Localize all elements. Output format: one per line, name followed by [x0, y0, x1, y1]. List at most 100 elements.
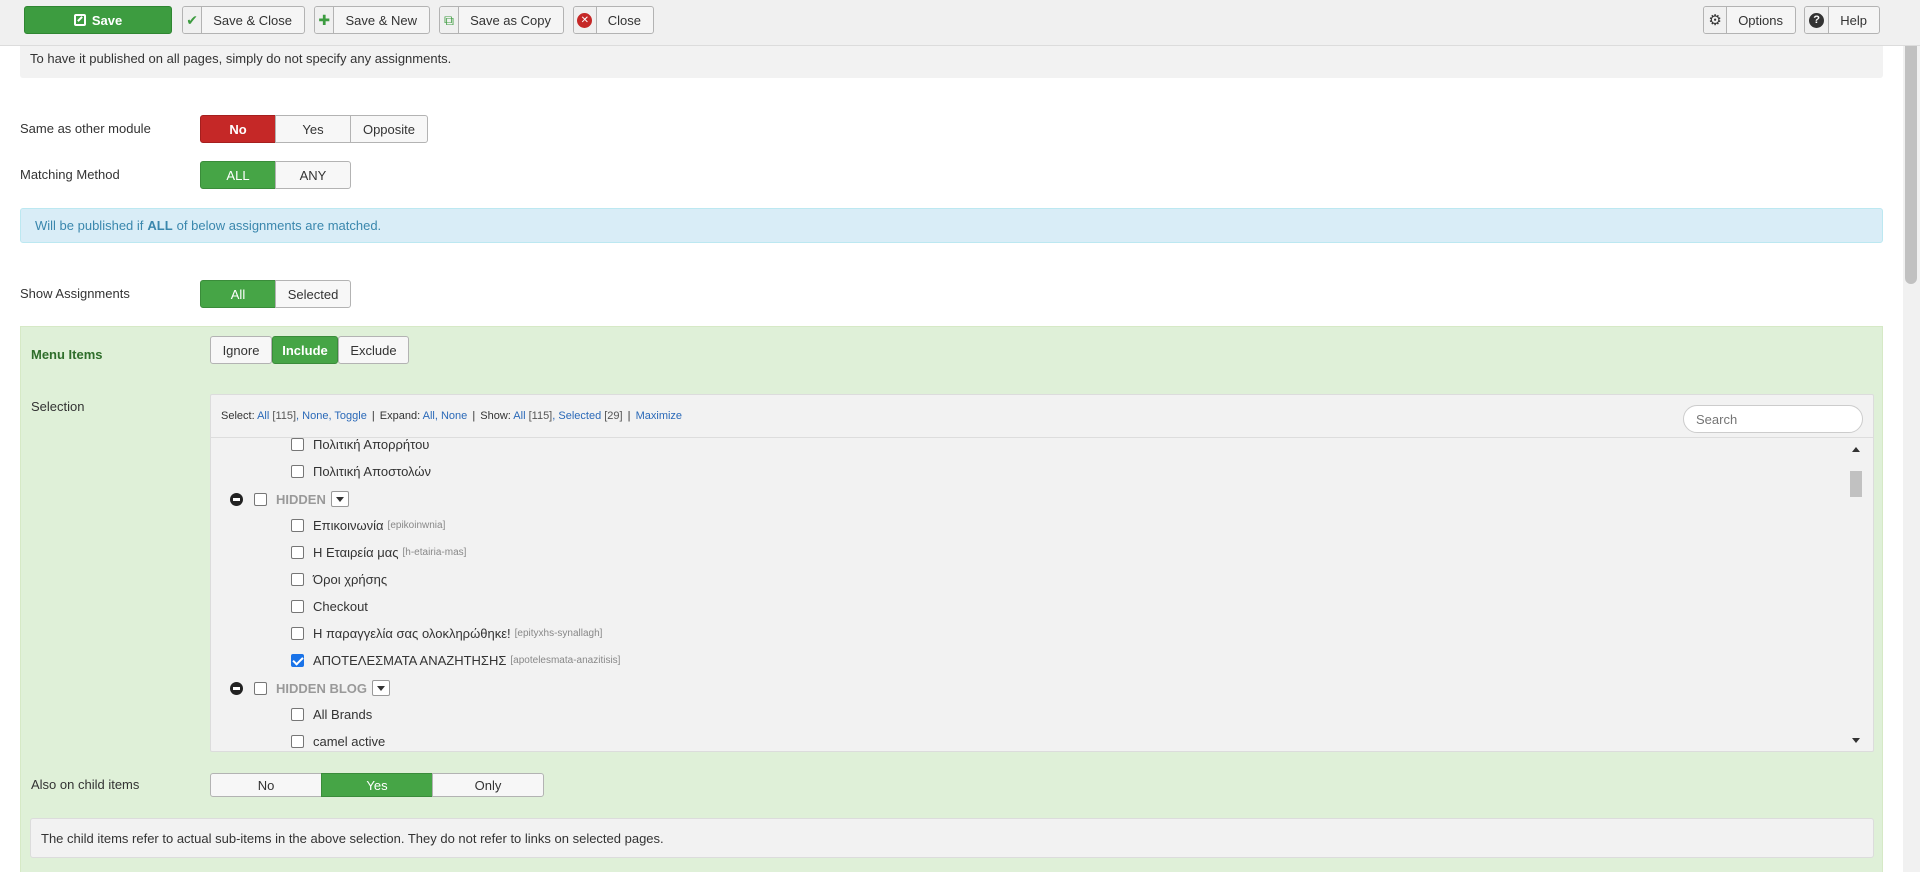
- child-items-no[interactable]: No: [210, 773, 322, 797]
- show-selected-link[interactable]: Selected: [558, 410, 601, 422]
- tree-item-label: Πολιτική Απορρήτου: [313, 438, 430, 452]
- show-assignments-toggle: All Selected: [200, 280, 351, 308]
- close-button[interactable]: ✕ Close: [573, 6, 654, 34]
- group-dropdown-icon[interactable]: [372, 680, 390, 696]
- check-icon: ✔: [183, 7, 203, 33]
- tree-item[interactable]: Επικοινωνία [epikoinwnia]: [291, 518, 445, 533]
- menu-items-title: Menu Items: [31, 347, 103, 362]
- tree-item-alias: [epikoinwnia]: [387, 520, 446, 531]
- menu-items-tree: Πολιτική Απορρήτου Πολιτική Αποστολών HI…: [211, 438, 1841, 751]
- tree-group-checkbox[interactable]: [254, 681, 267, 695]
- matching-method-all[interactable]: ALL: [200, 161, 276, 189]
- matching-info: Will be published if ALL of below assign…: [20, 208, 1883, 243]
- tree-item-partial[interactable]: Πολιτική Απορρήτου: [291, 438, 429, 452]
- save-new-button[interactable]: ✚ Save & New: [314, 6, 430, 34]
- copy-icon: ⧉: [440, 7, 460, 33]
- tree-item-checkbox[interactable]: [291, 600, 304, 613]
- tree-item-label: Checkout: [313, 599, 368, 614]
- matching-info-suffix: of below assignments are matched.: [176, 218, 382, 233]
- tree-item-checkbox[interactable]: [291, 546, 304, 559]
- select-all-link[interactable]: All: [257, 410, 269, 422]
- tree-item-alias: [epityxhs-synallagh]: [514, 628, 603, 639]
- tree-item-checkbox[interactable]: [291, 708, 304, 721]
- tree-item-checkbox[interactable]: [291, 627, 304, 640]
- selection-box: Select: All [115], None, Toggle | Expand…: [210, 394, 1874, 752]
- expand-label: Expand:: [379, 410, 421, 422]
- same-as-other-yes[interactable]: Yes: [275, 115, 351, 143]
- tree-item-checkbox[interactable]: [291, 438, 304, 451]
- menu-items-panel: Menu Items Ignore Include Exclude Select…: [20, 326, 1883, 872]
- tree-item-checkbox[interactable]: [291, 735, 304, 748]
- show-selected-count: [29]: [604, 410, 623, 422]
- mode-exclude[interactable]: Exclude: [338, 336, 409, 364]
- tree-item-label: Όροι χρήσης: [313, 572, 388, 587]
- tree-item[interactable]: Η παραγγελία σας ολοκληρώθηκε! [epityxhs…: [291, 626, 602, 641]
- options-button[interactable]: ⚙ Options: [1703, 6, 1796, 34]
- tree-item-checkbox[interactable]: [291, 519, 304, 532]
- tree-group-checkbox[interactable]: [254, 492, 267, 506]
- plus-icon: ✚: [315, 7, 335, 33]
- show-all-link[interactable]: All: [513, 410, 525, 422]
- tree-item[interactable]: Η Εταιρεία μας [h-etairia-mas]: [291, 545, 466, 560]
- child-items-toggle: No Yes Only: [210, 773, 544, 797]
- save-close-button[interactable]: ✔ Save & Close: [182, 6, 305, 34]
- select-toggle-link[interactable]: Toggle: [334, 410, 366, 422]
- tree-group-hidden: HIDDEN: [230, 491, 349, 507]
- tree-item-checkbox[interactable]: [291, 573, 304, 586]
- tree-item-checkbox[interactable]: [291, 465, 304, 478]
- selection-search-input[interactable]: [1683, 405, 1863, 433]
- select-all-count: [115]: [272, 410, 297, 422]
- select-none-link[interactable]: None: [302, 410, 328, 422]
- child-items-note-text: The child items refer to actual sub-item…: [41, 830, 664, 846]
- show-all-count: [115]: [528, 410, 553, 422]
- tree-item[interactable]: Πολιτική Αποστολών: [291, 464, 431, 479]
- save-copy-button[interactable]: ⧉ Save as Copy: [439, 6, 564, 34]
- matching-info-emphasis: ALL: [147, 218, 173, 233]
- scroll-down-icon[interactable]: [1852, 738, 1860, 743]
- collapse-icon[interactable]: [230, 492, 243, 506]
- close-icon: ✕: [577, 12, 593, 28]
- tree-item[interactable]: ΑΠΟΤΕΛΕΣΜΑΤΑ ΑΝΑΖΗΤΗΣΗΣ [apotelesmata-an…: [291, 653, 620, 668]
- tree-item-label: ΑΠΟΤΕΛΕΣΜΑΤΑ ΑΝΑΖΗΤΗΣΗΣ: [313, 653, 507, 668]
- child-items-yes[interactable]: Yes: [321, 773, 433, 797]
- help-button[interactable]: ? Help: [1804, 6, 1880, 34]
- tree-scrollbar-thumb[interactable]: [1850, 471, 1862, 497]
- group-dropdown-icon[interactable]: [330, 491, 349, 507]
- selection-label: Selection: [31, 399, 85, 414]
- matching-info-prefix: Will be published if: [35, 218, 144, 233]
- tree-item-checkbox-checked[interactable]: [291, 654, 304, 667]
- page-scrollbar-thumb[interactable]: [1905, 30, 1917, 284]
- help-icon: ?: [1809, 12, 1825, 28]
- tree-item-alias: [h-etairia-mas]: [402, 547, 467, 558]
- show-assignments-selected[interactable]: Selected: [275, 280, 351, 308]
- same-as-other-no[interactable]: No: [200, 115, 276, 143]
- collapse-icon[interactable]: [230, 681, 243, 695]
- show-label: Show:: [480, 410, 511, 422]
- matching-method-toggle: ALL ANY: [200, 161, 351, 189]
- matching-method-label: Matching Method: [20, 167, 120, 182]
- tree-scrollbar[interactable]: [1849, 447, 1863, 743]
- same-as-other-toggle: No Yes Opposite: [200, 115, 428, 143]
- tree-item-label: Η παραγγελία σας ολοκληρώθηκε!: [313, 626, 511, 641]
- tree-item[interactable]: All Brands: [291, 707, 372, 722]
- save-button[interactable]: Save: [24, 6, 172, 34]
- same-as-other-opposite[interactable]: Opposite: [350, 115, 428, 143]
- maximize-link[interactable]: Maximize: [636, 410, 682, 422]
- tree-item[interactable]: Checkout: [291, 599, 368, 614]
- scroll-up-icon[interactable]: [1852, 447, 1860, 452]
- page-scrollbar[interactable]: [1903, 0, 1920, 872]
- matching-method-any[interactable]: ANY: [275, 161, 351, 189]
- menu-items-mode-toggle: Ignore Include Exclude: [210, 336, 409, 364]
- mode-ignore[interactable]: Ignore: [210, 336, 272, 364]
- show-assignments-all[interactable]: All: [200, 280, 276, 308]
- tree-item[interactable]: Όροι χρήσης: [291, 572, 387, 587]
- expand-all-link[interactable]: All: [423, 410, 435, 422]
- expand-none-link[interactable]: None: [441, 410, 467, 422]
- mode-include[interactable]: Include: [272, 336, 338, 364]
- tree-group-hidden-blog: HIDDEN BLOG: [230, 680, 390, 696]
- selection-toolbar: Select: All [115], None, Toggle | Expand…: [221, 410, 683, 422]
- child-items-only[interactable]: Only: [432, 773, 544, 797]
- toolbar: Save ✔ Save & Close ✚ Save & New ⧉ Save …: [0, 0, 1920, 46]
- tree-group-label: HIDDEN BLOG: [276, 680, 367, 696]
- tree-item[interactable]: camel active: [291, 734, 385, 749]
